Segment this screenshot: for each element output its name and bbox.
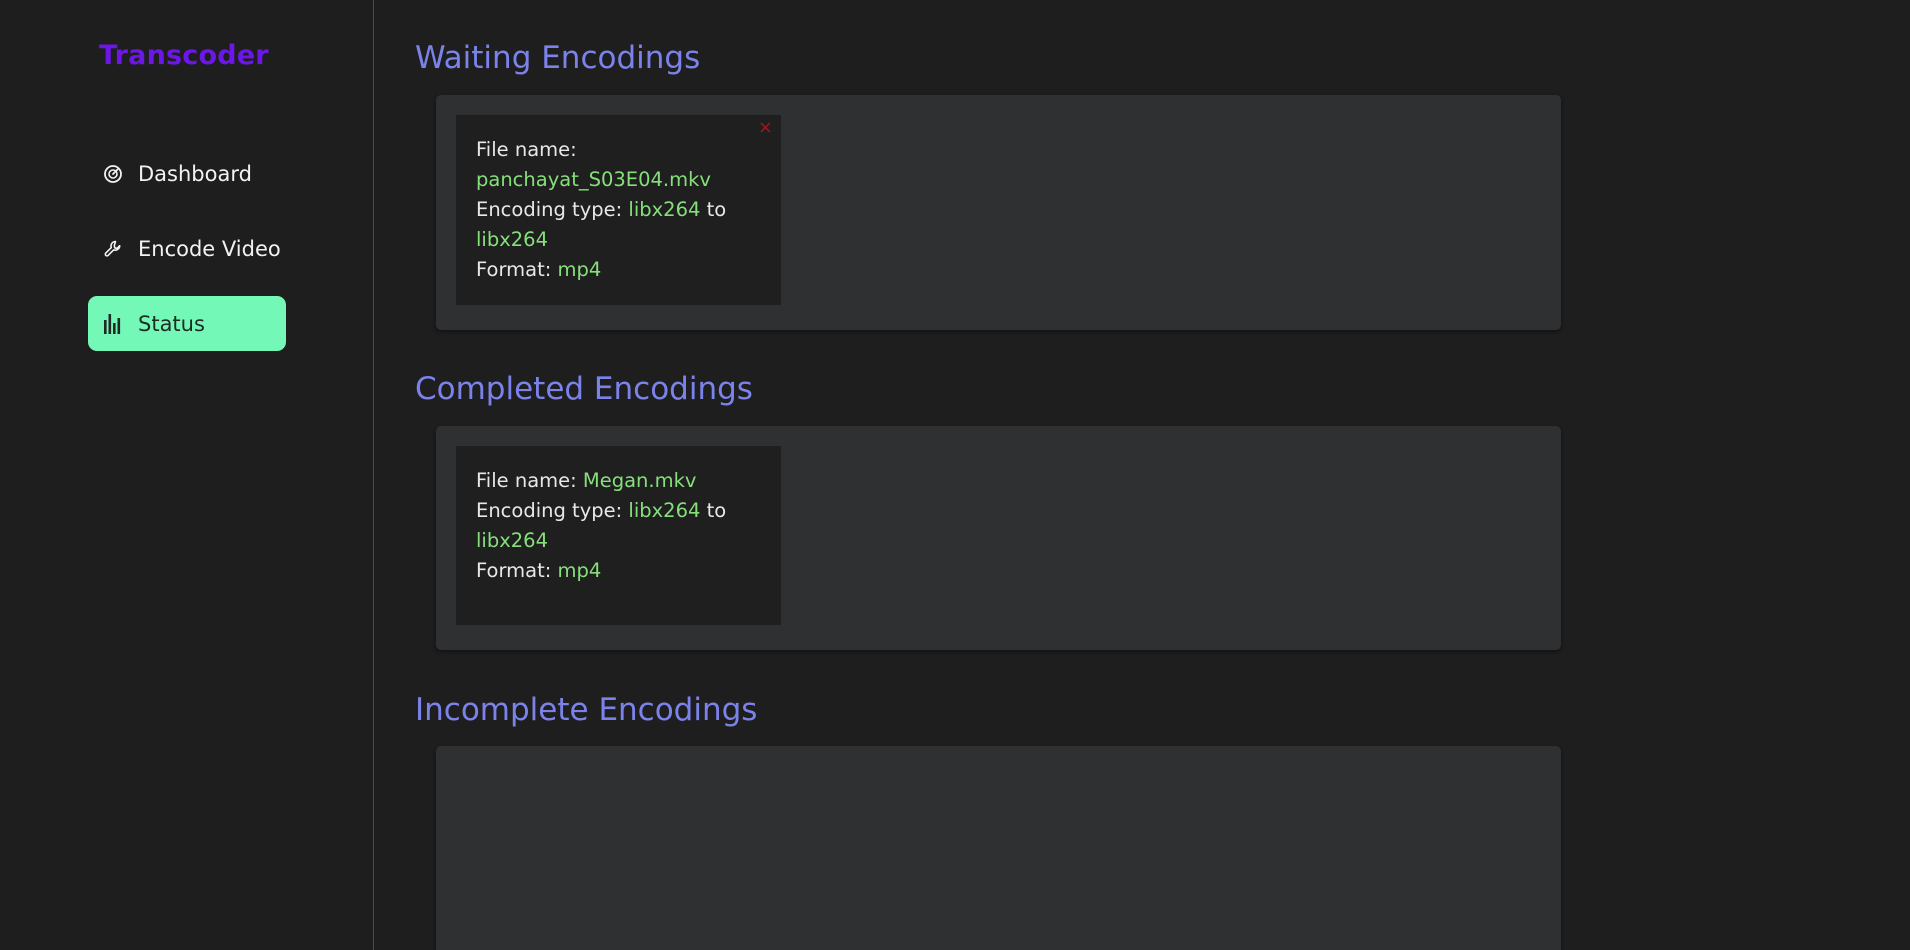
completed-encodings-title: Completed Encodings bbox=[415, 371, 753, 407]
sidebar-item-encode-video[interactable]: Encode Video bbox=[88, 221, 286, 276]
encoding-from-value: libx264 bbox=[628, 198, 701, 221]
format-value: mp4 bbox=[557, 258, 602, 281]
gauge-icon bbox=[102, 163, 124, 185]
waiting-encodings-panel: × File name: panchayat_S03E04.mkv Encodi… bbox=[436, 95, 1561, 330]
sidebar: Transcoder Dashboard Encode Video Status bbox=[0, 0, 374, 950]
encoding-type-label: Encoding type: bbox=[476, 499, 623, 522]
format-value: mp4 bbox=[557, 559, 602, 582]
format-label: Format: bbox=[476, 559, 552, 582]
sidebar-item-label: Dashboard bbox=[138, 161, 252, 186]
file-name-value: Megan.mkv bbox=[582, 469, 697, 492]
encoding-card: File name: Megan.mkv Encoding type: libx… bbox=[456, 446, 781, 625]
encoding-to-value: libx264 bbox=[476, 529, 548, 552]
main-content: Waiting Encodings × File name: panchayat… bbox=[375, 0, 1910, 950]
incomplete-encodings-title: Incomplete Encodings bbox=[415, 692, 758, 728]
wrench-icon bbox=[102, 238, 124, 260]
sidebar-item-label: Status bbox=[138, 311, 205, 336]
encoding-to-label: to bbox=[706, 499, 727, 522]
encoding-card: × File name: panchayat_S03E04.mkv Encodi… bbox=[456, 115, 781, 305]
encoding-from-value: libx264 bbox=[628, 499, 701, 522]
waiting-encodings-title: Waiting Encodings bbox=[415, 40, 701, 76]
encoding-type-row: Encoding type: libx264 to libx264 bbox=[476, 496, 761, 556]
sidebar-item-status[interactable]: Status bbox=[88, 296, 286, 351]
file-name-row: File name: Megan.mkv bbox=[476, 466, 761, 496]
file-name-label: File name: bbox=[476, 138, 577, 161]
brand-logo[interactable]: Transcoder bbox=[99, 40, 269, 71]
app-root: Transcoder Dashboard Encode Video Status… bbox=[0, 0, 1910, 950]
encoding-to-label: to bbox=[706, 198, 727, 221]
incomplete-encodings-panel bbox=[436, 746, 1561, 950]
format-row: Format: mp4 bbox=[476, 255, 761, 285]
sidebar-item-label: Encode Video bbox=[138, 236, 281, 261]
file-name-row: File name: panchayat_S03E04.mkv bbox=[476, 135, 761, 195]
encoding-type-label: Encoding type: bbox=[476, 198, 623, 221]
bar-chart-icon bbox=[102, 313, 124, 335]
close-icon[interactable]: × bbox=[758, 119, 773, 137]
sidebar-item-dashboard[interactable]: Dashboard bbox=[88, 146, 286, 201]
completed-encodings-panel: File name: Megan.mkv Encoding type: libx… bbox=[436, 426, 1561, 650]
encoding-type-row: Encoding type: libx264 to libx264 bbox=[476, 195, 761, 255]
format-label: Format: bbox=[476, 258, 552, 281]
encoding-to-value: libx264 bbox=[476, 228, 548, 251]
file-name-value: panchayat_S03E04.mkv bbox=[476, 168, 711, 191]
file-name-label: File name: bbox=[476, 469, 577, 492]
format-row: Format: mp4 bbox=[476, 556, 761, 586]
